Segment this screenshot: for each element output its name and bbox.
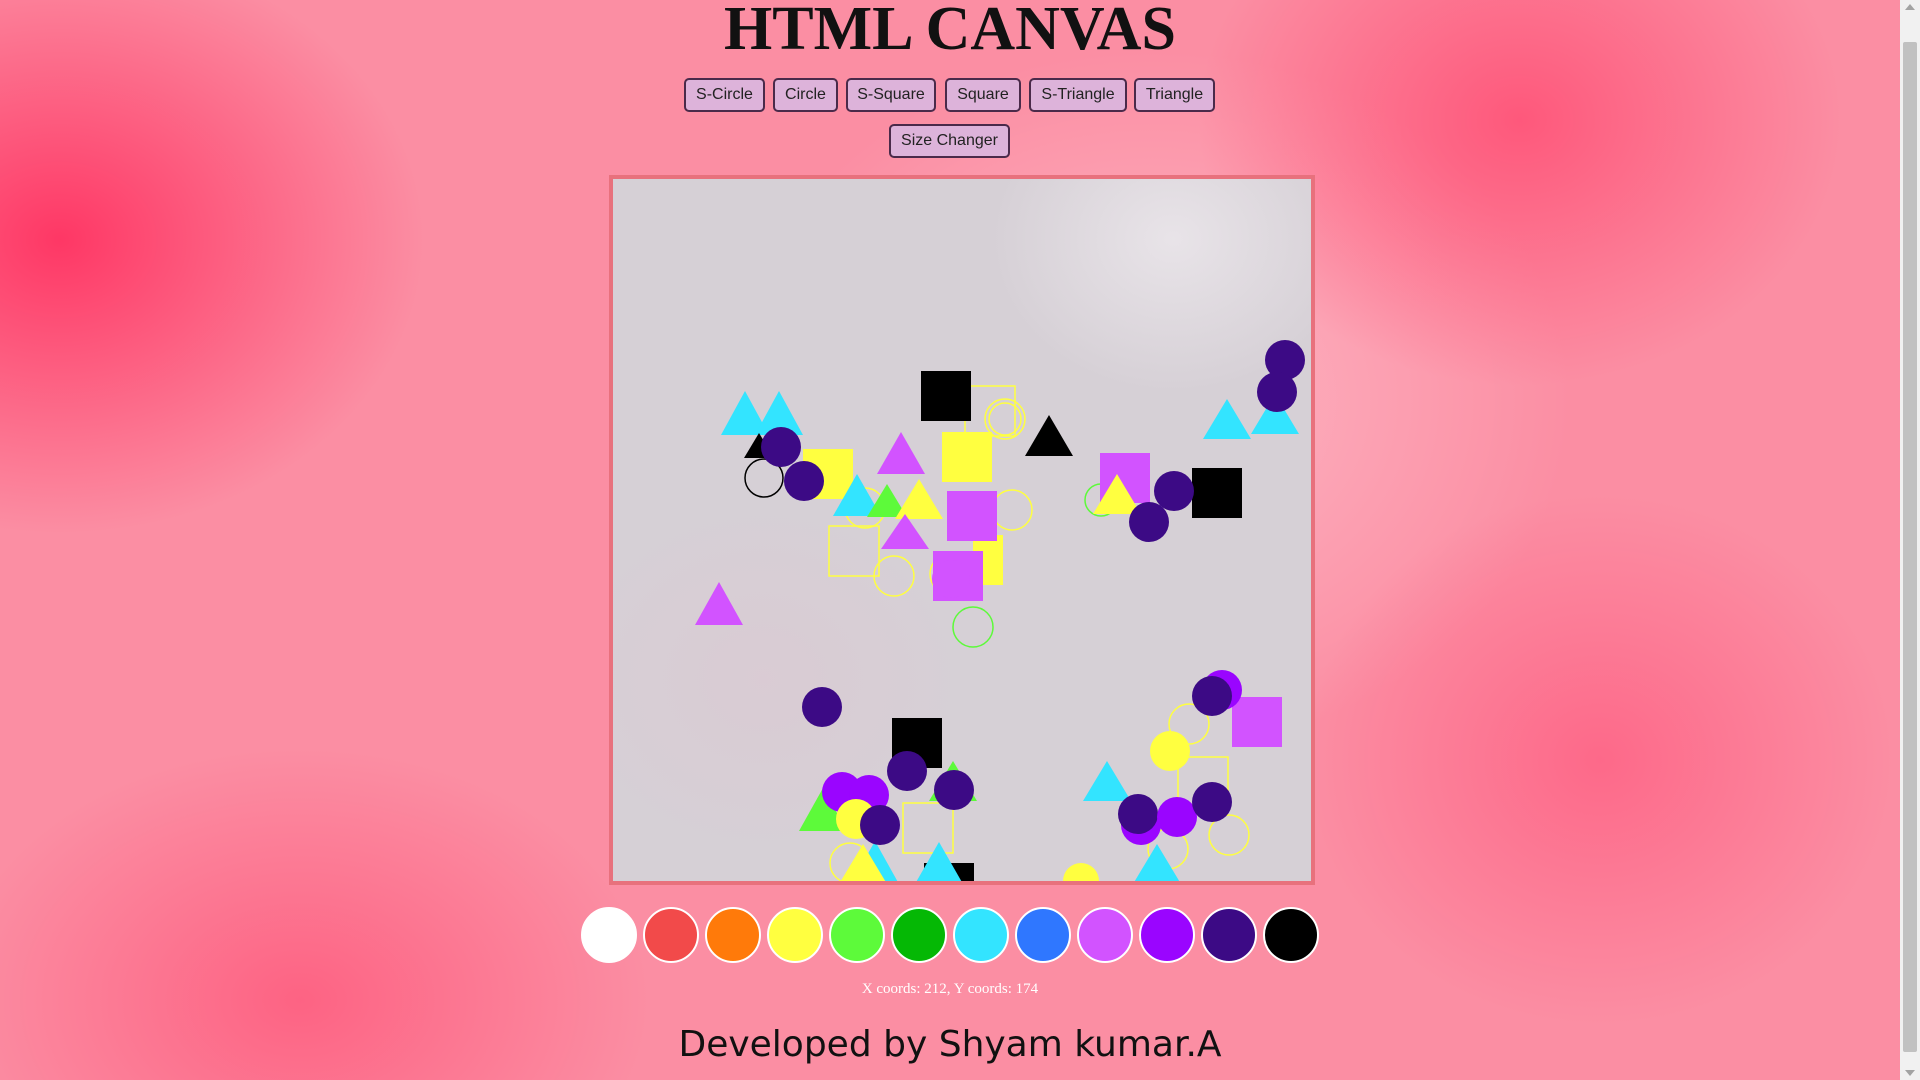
page-title: HTML CANVAS (724, 0, 1176, 63)
scroll-down-arrow-icon[interactable] (1905, 1070, 1915, 1076)
drawn-shapes (695, 340, 1305, 881)
size-changer-button[interactable]: Size Changer (889, 124, 1010, 158)
coordinates-readout: X coords: 212, Y coords: 174 (861, 981, 1039, 997)
color-swatch-white[interactable] (581, 907, 637, 963)
circle-button[interactable]: Circle (773, 78, 838, 112)
color-swatch-black[interactable] (1263, 907, 1319, 963)
color-swatch-purple[interactable] (1139, 907, 1195, 963)
color-swatch-yellow[interactable] (767, 907, 823, 963)
drawing-canvas[interactable] (609, 175, 1315, 885)
scroll-thumb[interactable] (1903, 42, 1917, 1052)
color-swatch-magenta[interactable] (1077, 907, 1133, 963)
square-button[interactable]: Square (945, 78, 1021, 112)
color-swatch-red[interactable] (643, 907, 699, 963)
s-circle-button[interactable]: S-Circle (684, 78, 765, 112)
triangle-button[interactable]: Triangle (1134, 78, 1215, 112)
page-scrollbar[interactable] (1900, 0, 1920, 1080)
color-swatch-cyan[interactable] (953, 907, 1009, 963)
color-swatch-blue[interactable] (1015, 907, 1071, 963)
scroll-up-arrow-icon[interactable] (1905, 4, 1915, 10)
color-swatch-indigo[interactable] (1201, 907, 1257, 963)
color-swatch-green[interactable] (891, 907, 947, 963)
s-square-button[interactable]: S-Square (846, 78, 936, 112)
color-swatch-light-green[interactable] (829, 907, 885, 963)
color-swatch-orange[interactable] (705, 907, 761, 963)
developer-credit: Developed by Shyam kumar.A (678, 1024, 1222, 1065)
s-triangle-button[interactable]: S-Triangle (1029, 78, 1127, 112)
